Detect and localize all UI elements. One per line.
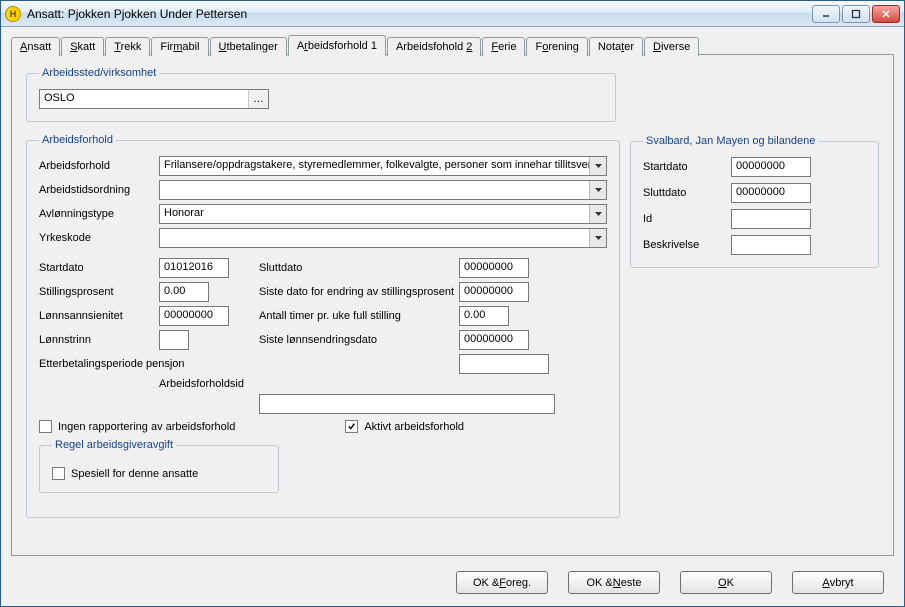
label-sistelonn: Siste lønnsendringsdato	[259, 334, 459, 346]
input-sluttdato[interactable]: 00000000	[459, 258, 529, 278]
label-yrkeskode: Yrkeskode	[39, 232, 159, 244]
ok-foreg-button[interactable]: OK & Foreg.	[456, 571, 548, 594]
checkbox-ingen-rapportering[interactable]	[39, 420, 52, 433]
tab-utbetalinger[interactable]: Utbetalinger	[210, 37, 287, 56]
tab-ferie[interactable]: Ferie	[482, 37, 525, 56]
label-sv-startdato: Startdato	[643, 161, 731, 173]
label-arbeidstidsordning: Arbeidstidsordning	[39, 184, 159, 196]
tab-ansatt[interactable]: Ansatt	[11, 37, 60, 56]
window: H Ansatt: Pjokken Pjokken Under Petterse…	[0, 0, 905, 607]
app-icon: H	[5, 6, 21, 22]
avbryt-button[interactable]: Avbryt	[792, 571, 884, 594]
label-spesiell: Spesiell for denne ansatte	[71, 468, 198, 480]
input-startdato[interactable]: 01012016	[159, 258, 229, 278]
fieldset-svalbard: Svalbard, Jan Mayen og bilandene Startda…	[630, 135, 879, 268]
tab-notater[interactable]: Notater	[589, 37, 643, 56]
legend-arbeidsforhold: Arbeidsforhold	[39, 134, 116, 146]
button-bar: OK & Foreg. OK & Neste OK Avbryt	[456, 571, 884, 594]
fieldset-arbeidssted: Arbeidssted/virksomhet OSLO …	[26, 67, 616, 122]
chevron-down-icon[interactable]	[589, 157, 606, 175]
select-avlonningstype[interactable]: Honorar	[159, 204, 607, 224]
ok-neste-button[interactable]: OK & Neste	[568, 571, 660, 594]
tab-trekk[interactable]: Trekk	[105, 37, 150, 56]
input-sv-sluttdato[interactable]: 00000000	[731, 183, 811, 203]
legend-svalbard: Svalbard, Jan Mayen og bilandene	[643, 135, 818, 147]
fieldset-regel: Regel arbeidsgiveravgift Spesiell for de…	[39, 439, 279, 493]
input-lonnstrinn[interactable]	[159, 330, 189, 350]
tab-skatt[interactable]: Skatt	[61, 37, 104, 56]
input-arbfid[interactable]	[259, 394, 555, 414]
maximize-button[interactable]	[842, 5, 870, 23]
window-controls	[812, 5, 900, 23]
label-arbeidsforhold: Arbeidsforhold	[39, 160, 159, 172]
workplace-browse-button[interactable]: …	[248, 90, 268, 108]
tab-panel-arbeidsforhold1: Arbeidssted/virksomhet OSLO … Arbeidsfor…	[11, 54, 894, 556]
select-yrkeskode[interactable]	[159, 228, 607, 248]
select-arbeidstidsordning[interactable]	[159, 180, 607, 200]
label-etterbet: Etterbetalingsperiode pensjon	[39, 358, 259, 370]
tabstrip: AnsattSkattTrekkFirmabilUtbetalingerArbe…	[11, 33, 894, 55]
label-sluttdato: Sluttdato	[259, 262, 459, 274]
label-arbfid: Arbeidsforholdsid	[159, 378, 259, 390]
tab-arbeidsfohold-2[interactable]: Arbeidsfohold 2	[387, 37, 481, 56]
tab-diverse[interactable]: Diverse	[644, 37, 699, 56]
label-aktivt-arbeidsforhold: Aktivt arbeidsforhold	[364, 421, 464, 433]
label-startdato: Startdato	[39, 262, 159, 274]
label-avlonningstype: Avlønningstype	[39, 208, 159, 220]
tab-forening[interactable]: Forening	[526, 37, 587, 56]
label-stillingsprosent: Stillingsprosent	[39, 286, 159, 298]
label-lonnsans: Lønnsannsienitet	[39, 310, 159, 322]
input-stillingsprosent[interactable]: 0.00	[159, 282, 209, 302]
input-sistelonn[interactable]: 00000000	[459, 330, 529, 350]
tab-firmabil[interactable]: Firmabil	[151, 37, 208, 56]
workplace-value[interactable]: OSLO	[40, 90, 248, 108]
chevron-down-icon[interactable]	[589, 229, 606, 247]
label-sv-sluttdato: Sluttdato	[643, 187, 731, 199]
chevron-down-icon[interactable]	[589, 205, 606, 223]
chevron-down-icon[interactable]	[589, 181, 606, 199]
input-sistedato[interactable]: 00000000	[459, 282, 529, 302]
close-button[interactable]	[872, 5, 900, 23]
input-etterbet[interactable]	[459, 354, 549, 374]
window-title: Ansatt: Pjokken Pjokken Under Pettersen	[27, 7, 812, 21]
input-lonnsans[interactable]: 00000000	[159, 306, 229, 326]
titlebar: H Ansatt: Pjokken Pjokken Under Petterse…	[1, 1, 904, 27]
input-sv-id[interactable]	[731, 209, 811, 229]
input-sv-startdato[interactable]: 00000000	[731, 157, 811, 177]
minimize-button[interactable]	[812, 5, 840, 23]
select-arbeidsforhold[interactable]: Frilansere/oppdragstakere, styremedlemme…	[159, 156, 607, 176]
label-sistedato: Siste dato for endring av stillingsprose…	[259, 286, 459, 298]
checkbox-spesiell[interactable]	[52, 467, 65, 480]
label-antalltimer: Antall timer pr. uke full stilling	[259, 310, 459, 322]
legend-arbeidssted: Arbeidssted/virksomhet	[39, 67, 159, 79]
content: AnsattSkattTrekkFirmabilUtbetalingerArbe…	[11, 33, 894, 556]
ok-button[interactable]: OK	[680, 571, 772, 594]
workplace-input[interactable]: OSLO …	[39, 89, 269, 109]
label-lonnstrinn: Lønnstrinn	[39, 334, 159, 346]
legend-regel: Regel arbeidsgiveravgift	[52, 439, 176, 451]
label-ingen-rapportering: Ingen rapportering av arbeidsforhold	[58, 421, 235, 433]
label-sv-beskrivelse: Beskrivelse	[643, 239, 731, 251]
label-sv-id: Id	[643, 213, 731, 225]
tab-arbeidsforhold-1[interactable]: Arbeidsforhold 1	[288, 35, 386, 56]
fieldset-arbeidsforhold: Arbeidsforhold Arbeidsforhold Frilansere…	[26, 134, 620, 518]
input-antalltimer[interactable]: 0.00	[459, 306, 509, 326]
checkbox-aktivt-arbeidsforhold[interactable]	[345, 420, 358, 433]
input-sv-beskrivelse[interactable]	[731, 235, 811, 255]
